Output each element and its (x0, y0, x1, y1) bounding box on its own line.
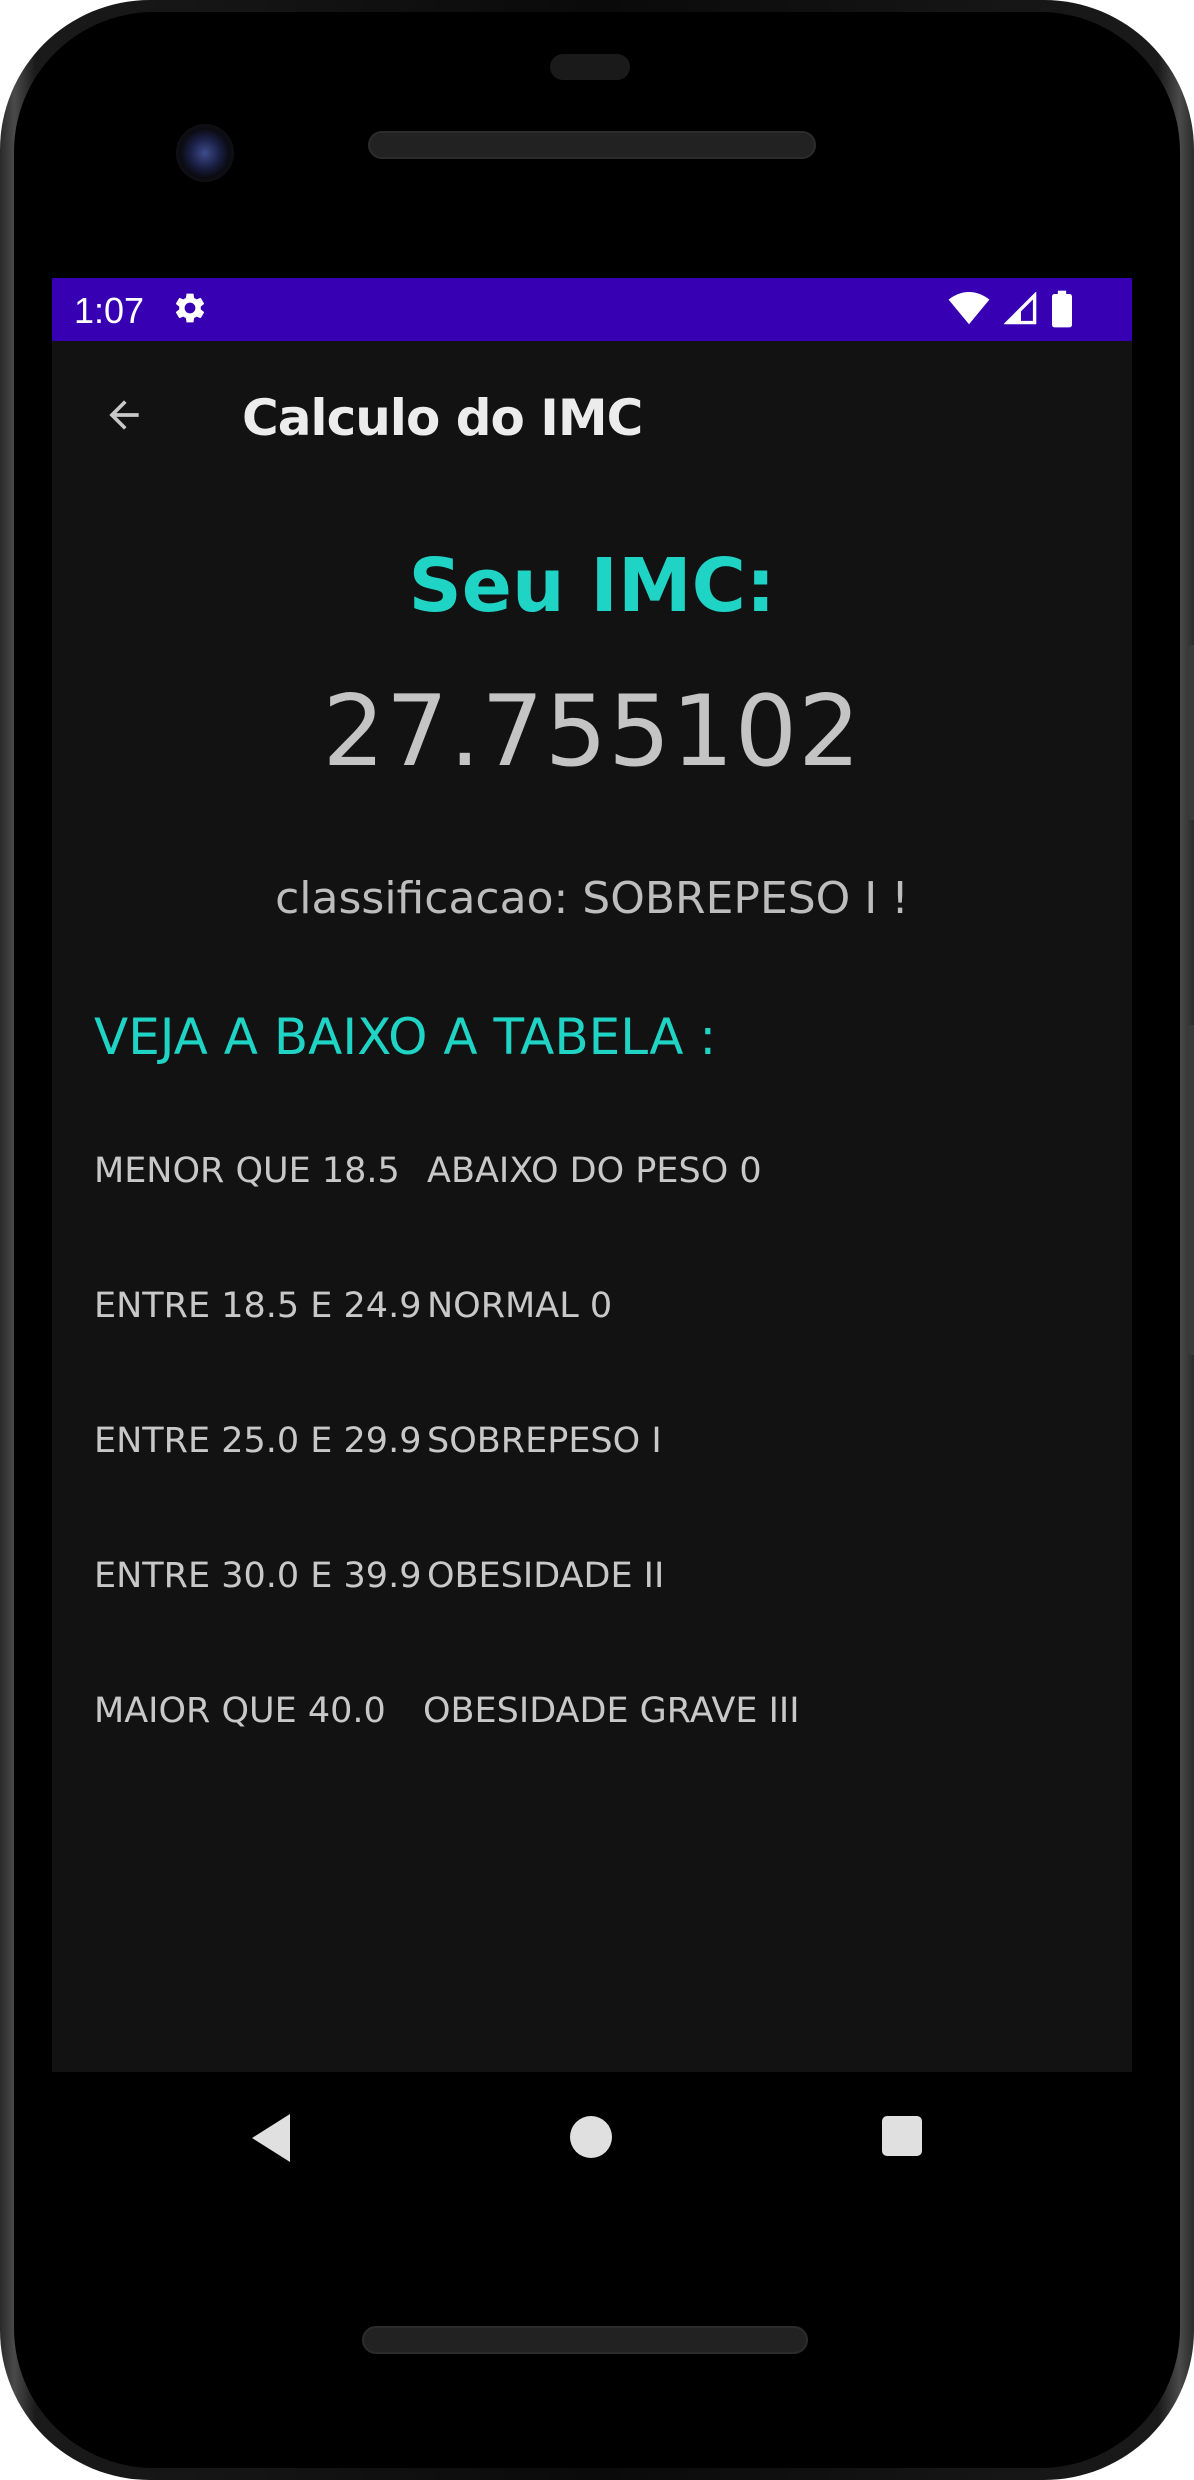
bottom-speaker (362, 2326, 808, 2354)
front-camera (176, 124, 234, 182)
classification-text: classificacao: SOBREPESO I ! (275, 873, 909, 924)
navigation-bar (52, 2072, 1132, 2202)
arrow-back-icon[interactable] (96, 387, 152, 443)
row-range: ENTRE 30.0 E 39.9 (94, 1556, 422, 1596)
row-label: OBESIDADE GRAVE III (423, 1691, 800, 1731)
row-label: SOBREPESO I (427, 1421, 662, 1461)
nav-recents-icon[interactable] (882, 2116, 922, 2156)
app-bar: Calculo do IMC (52, 341, 1132, 489)
battery-icon (1052, 290, 1072, 333)
status-time: 1:07 (74, 290, 145, 331)
wifi-icon (948, 292, 990, 331)
page-title: Calculo do IMC (242, 389, 643, 447)
volume-button (1188, 1025, 1194, 1355)
row-label: NORMAL 0 (427, 1286, 613, 1326)
sensor (550, 54, 630, 80)
earpiece-speaker (368, 131, 816, 159)
status-icons (948, 290, 1072, 333)
imc-value: 27.755102 (322, 675, 862, 789)
screen: 1:07 Calculo do IMC Seu IMC: 27.755102 c… (52, 278, 1132, 2072)
row-label: OBESIDADE II (427, 1556, 665, 1596)
imc-heading: Seu IMC: (408, 543, 776, 629)
power-button (1188, 645, 1194, 820)
signal-icon (1003, 291, 1038, 331)
nav-back-icon[interactable] (252, 2114, 290, 2162)
gear-icon (172, 286, 208, 335)
table-title: VEJA A BAIXO A TABELA : (94, 1008, 717, 1066)
nav-home-icon[interactable] (570, 2116, 612, 2158)
row-range: MAIOR QUE 40.0 (94, 1691, 386, 1731)
row-label: ABAIXO DO PESO 0 (427, 1151, 762, 1191)
row-range: ENTRE 25.0 E 29.9 (94, 1421, 422, 1461)
row-range: MENOR QUE 18.5 (94, 1151, 400, 1191)
row-range: ENTRE 18.5 E 24.9 (94, 1286, 422, 1326)
status-bar: 1:07 (52, 278, 1132, 341)
